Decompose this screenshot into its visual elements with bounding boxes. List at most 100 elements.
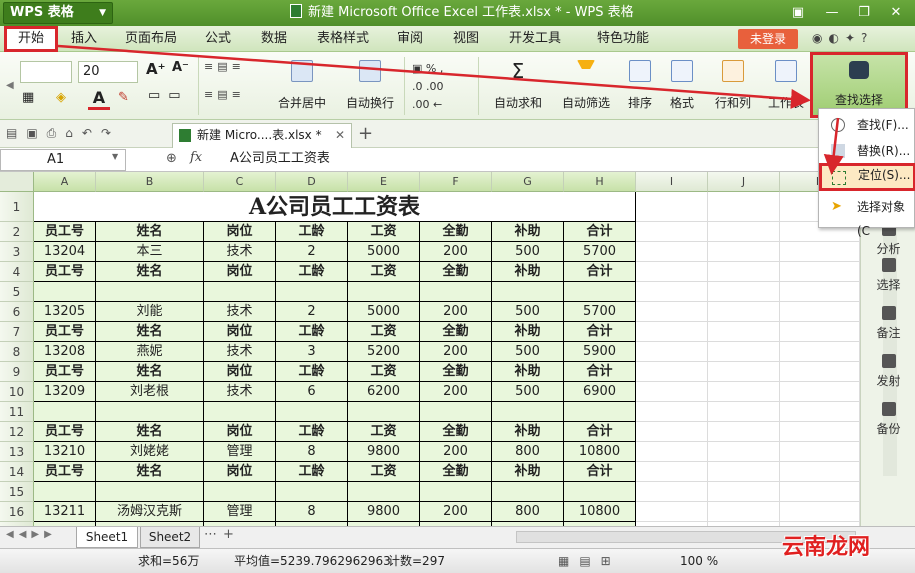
- blank-cell[interactable]: [348, 402, 420, 422]
- menu-tab-developer[interactable]: 开发工具: [502, 26, 568, 52]
- data-cell[interactable]: 3: [276, 342, 348, 362]
- header-cell[interactable]: 工龄: [276, 422, 348, 442]
- zoom-search-icon[interactable]: ⊕: [166, 151, 182, 167]
- blank-cell[interactable]: [492, 482, 564, 502]
- menu-tab-review[interactable]: 审阅: [390, 26, 430, 52]
- data-cell[interactable]: 200: [420, 242, 492, 262]
- header-cell[interactable]: 工资: [348, 462, 420, 482]
- empty-cell[interactable]: [780, 242, 860, 262]
- menu-tab-page-layout[interactable]: 页面布局: [118, 26, 184, 52]
- empty-cell[interactable]: [708, 192, 780, 222]
- row-header-1[interactable]: 1: [0, 192, 34, 222]
- row-col-button[interactable]: 行和列: [708, 60, 758, 116]
- row-header-11[interactable]: 11: [0, 402, 34, 422]
- chevron-down-icon[interactable]: ▼: [112, 152, 122, 166]
- data-cell[interactable]: 500: [492, 382, 564, 402]
- header-cell[interactable]: 补助: [492, 422, 564, 442]
- formula-input[interactable]: A公司员工工资表: [222, 149, 822, 171]
- data-cell[interactable]: 8: [276, 442, 348, 462]
- empty-cell[interactable]: [708, 402, 780, 422]
- menu-tab-features[interactable]: 特色功能: [590, 26, 656, 52]
- number-format-icons[interactable]: ▣ % , .0 .00.00 ←: [412, 60, 472, 114]
- header-cell[interactable]: 工资: [348, 222, 420, 242]
- blank-cell[interactable]: [420, 282, 492, 302]
- data-cell[interactable]: 800: [492, 502, 564, 522]
- header-cell[interactable]: 全勤: [420, 422, 492, 442]
- header-cell[interactable]: 全勤: [420, 462, 492, 482]
- header-cell[interactable]: 工资: [348, 262, 420, 282]
- empty-cell[interactable]: [636, 362, 708, 382]
- empty-cell[interactable]: [780, 302, 860, 322]
- sheet-nav-arrows[interactable]: ◀◀▶▶: [6, 529, 70, 545]
- merge-center-button[interactable]: 合并居中: [274, 60, 330, 116]
- header-cell[interactable]: 合计: [564, 262, 636, 282]
- empty-cell[interactable]: [636, 462, 708, 482]
- header-cell[interactable]: 岗位: [204, 222, 276, 242]
- border-icon[interactable]: ▦: [22, 90, 44, 110]
- blank-cell[interactable]: [34, 402, 96, 422]
- column-header-i[interactable]: I: [636, 172, 708, 192]
- empty-cell[interactable]: [708, 482, 780, 502]
- blank-cell[interactable]: [492, 402, 564, 422]
- row-header-9[interactable]: 9: [0, 362, 34, 382]
- header-cell[interactable]: 姓名: [96, 322, 204, 342]
- blank-cell[interactable]: [96, 482, 204, 502]
- empty-cell[interactable]: [708, 222, 780, 242]
- column-header-f[interactable]: F: [420, 172, 492, 192]
- empty-cell[interactable]: [780, 342, 860, 362]
- data-cell[interactable]: 200: [420, 442, 492, 462]
- header-cell[interactable]: 工资: [348, 362, 420, 382]
- header-cell[interactable]: 员工号: [34, 422, 96, 442]
- header-cell[interactable]: 工资: [348, 322, 420, 342]
- empty-cell[interactable]: [708, 462, 780, 482]
- data-cell[interactable]: 技术: [204, 382, 276, 402]
- horizontal-align-icons[interactable]: ≡▤≡: [204, 88, 260, 106]
- blank-cell[interactable]: [204, 282, 276, 302]
- empty-cell[interactable]: [708, 342, 780, 362]
- header-cell[interactable]: 工资: [348, 422, 420, 442]
- menu-item-find[interactable]: 查找(F)...: [823, 113, 915, 137]
- header-cell[interactable]: 姓名: [96, 262, 204, 282]
- merged-title-cell[interactable]: A公司员工工资表: [34, 192, 636, 222]
- ribbon-scroll-left-icon[interactable]: ◀: [6, 58, 14, 114]
- header-cell[interactable]: 全勤: [420, 222, 492, 242]
- empty-cell[interactable]: [708, 422, 780, 442]
- empty-cell[interactable]: [636, 282, 708, 302]
- empty-cell[interactable]: [708, 282, 780, 302]
- empty-cell[interactable]: [780, 402, 860, 422]
- blank-cell[interactable]: [492, 282, 564, 302]
- zoom-level[interactable]: 100 %: [680, 549, 724, 573]
- row-header-7[interactable]: 7: [0, 322, 34, 342]
- empty-cell[interactable]: [636, 222, 708, 242]
- menu-tab-insert[interactable]: 插入: [64, 26, 104, 52]
- empty-cell[interactable]: [708, 262, 780, 282]
- data-cell[interactable]: 200: [420, 502, 492, 522]
- data-cell[interactable]: 6: [276, 382, 348, 402]
- data-cell[interactable]: 刘姥姥: [96, 442, 204, 462]
- clear-format-icon[interactable]: ✎: [118, 90, 142, 110]
- empty-cell[interactable]: [780, 262, 860, 282]
- data-cell[interactable]: 5700: [564, 302, 636, 322]
- data-cell[interactable]: 9800: [348, 442, 420, 462]
- blank-cell[interactable]: [204, 482, 276, 502]
- empty-cell[interactable]: [636, 502, 708, 522]
- fx-icon[interactable]: fx: [190, 150, 210, 168]
- fill-color-icon[interactable]: ◈: [56, 90, 78, 110]
- header-cell[interactable]: 工龄: [276, 222, 348, 242]
- name-box[interactable]: A1: [0, 149, 126, 171]
- menu-item-select-objects[interactable]: ➤ 选择对象(C: [823, 195, 915, 239]
- data-cell[interactable]: 10800: [564, 442, 636, 462]
- empty-cell[interactable]: [636, 262, 708, 282]
- data-cell[interactable]: 技术: [204, 242, 276, 262]
- close-tab-icon[interactable]: ✕: [335, 124, 345, 146]
- empty-cell[interactable]: [636, 322, 708, 342]
- auto-filter-button[interactable]: 自动筛选: [554, 60, 618, 116]
- header-cell[interactable]: 姓名: [96, 222, 204, 242]
- header-cell[interactable]: 合计: [564, 362, 636, 382]
- header-cell[interactable]: 岗位: [204, 262, 276, 282]
- data-cell[interactable]: 13204: [34, 242, 96, 262]
- empty-cell[interactable]: [780, 422, 860, 442]
- empty-cell[interactable]: [636, 402, 708, 422]
- header-cell[interactable]: 合计: [564, 222, 636, 242]
- row-header-16[interactable]: 16: [0, 502, 34, 522]
